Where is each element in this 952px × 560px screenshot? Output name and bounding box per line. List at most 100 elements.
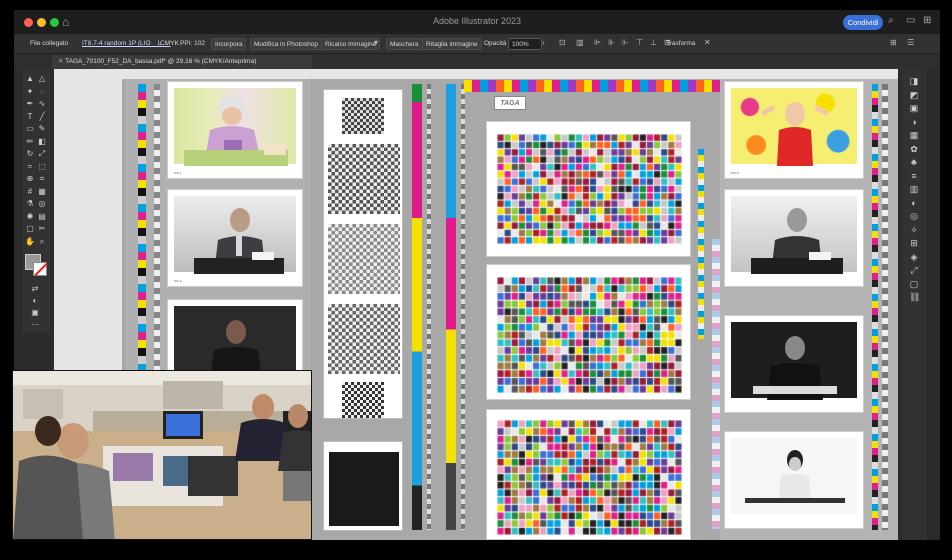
tick-bar-2: [461, 84, 465, 530]
edit-photoshop-button[interactable]: Modifica in Photoshop: [250, 38, 322, 50]
panel-menu-icon[interactable]: ☰: [907, 38, 914, 47]
checker-patch-3: [328, 224, 400, 294]
gray-bar-right: [882, 84, 888, 530]
artboards-icon[interactable]: ▢: [909, 279, 919, 289]
photo-woman-table[interactable]: [724, 431, 864, 529]
pencil-icon[interactable]: ✏: [25, 137, 35, 146]
trace-options-icon[interactable]: ▾: [374, 38, 378, 47]
scale-icon[interactable]: ⤢: [37, 149, 47, 158]
swap-fill-stroke-icon[interactable]: ⇄: [30, 284, 40, 293]
curvature-icon[interactable]: ∿: [37, 99, 47, 108]
photo-man-reading-bw[interactable]: [724, 189, 864, 287]
right-strip-1: [698, 149, 704, 339]
slice-icon[interactable]: ✂: [37, 224, 47, 233]
eraser-icon[interactable]: ◧: [37, 137, 47, 146]
layout-icon[interactable]: ▭: [906, 15, 915, 26]
lasso-icon[interactable]: ◌: [37, 87, 47, 96]
shape-builder-icon[interactable]: ⊕: [25, 174, 35, 183]
links-icon[interactable]: ⛓: [909, 292, 920, 302]
rotate-icon[interactable]: ↻: [25, 149, 35, 158]
gradient-panel-icon[interactable]: ▥: [909, 184, 919, 194]
more-tools-icon[interactable]: ⋯: [30, 320, 40, 329]
opacity-dropdown-icon[interactable]: ›: [542, 38, 545, 47]
gradient-icon[interactable]: ▦: [37, 187, 47, 196]
type-icon[interactable]: T: [25, 112, 35, 121]
align-right-icon[interactable]: ⊩: [622, 38, 629, 47]
photo-child-flowers[interactable]: PIC-5: [724, 81, 864, 179]
document-tab[interactable]: ✕ TAGA_70100_F52_DA_bassa.pdf* @ 29,16 %…: [52, 55, 312, 69]
graph-icon[interactable]: ▤: [37, 212, 47, 221]
perspective-icon[interactable]: ⌗: [37, 174, 47, 183]
gray-patch-column: [323, 89, 403, 419]
align-panel-icon[interactable]: ⊞: [909, 238, 919, 248]
linked-file-label[interactable]: File collegato: [30, 38, 68, 50]
crop-image-button[interactable]: Ritaglia immagine: [422, 38, 482, 50]
libraries-icon[interactable]: ▣: [909, 103, 919, 113]
grandmother-figure: [184, 96, 288, 166]
transform-link[interactable]: Trasforma: [666, 38, 695, 50]
stroke-swatch[interactable]: [33, 262, 47, 276]
recolor-icon[interactable]: ⊡: [559, 38, 566, 47]
align-left-icon[interactable]: ⊫: [594, 38, 601, 47]
transparency-icon[interactable]: ◐: [909, 198, 919, 208]
embed-button[interactable]: Incorpora: [211, 38, 247, 50]
align-to-icon[interactable]: ▥: [576, 38, 584, 47]
photo-man-reading[interactable]: PIC-2: [167, 189, 303, 287]
color-icon[interactable]: ◑: [909, 117, 919, 127]
arrange-docs-icon[interactable]: ⊞: [890, 38, 897, 47]
opacity-input[interactable]: 100%: [508, 38, 542, 50]
hand-icon[interactable]: ✋: [25, 237, 35, 246]
selection-arrow-icon[interactable]: ▲: [25, 74, 35, 83]
zoom-icon[interactable]: ⌕: [37, 237, 47, 246]
graphic-styles-icon[interactable]: ✧: [909, 225, 919, 235]
arrange-icon[interactable]: ⊞: [923, 15, 931, 26]
linked-file-name[interactable]: IT8.7-4 random 1P (LIO__L_...: [82, 38, 170, 50]
color-target-2[interactable]: [486, 264, 691, 400]
stroke-icon[interactable]: ≡: [909, 171, 919, 181]
screen-mode-icon[interactable]: ▣: [30, 308, 40, 317]
search-icon[interactable]: ⌕: [888, 15, 894, 26]
ppi-label: PPI: 102: [180, 40, 205, 47]
man-dark-figure: [210, 320, 262, 376]
mask-button[interactable]: Maschera: [386, 38, 423, 50]
checker-patch-2: [328, 144, 400, 214]
pathfinder-icon[interactable]: ◈: [909, 252, 919, 262]
appearance-icon[interactable]: ◎: [909, 211, 919, 221]
paintbrush-icon[interactable]: ✎: [37, 124, 47, 133]
transform-panel-icon[interactable]: ⤢: [909, 265, 919, 275]
control-bar: File collegato IT8.7-4 random 1P (LIO__L…: [14, 34, 940, 54]
line-icon[interactable]: ╱: [37, 112, 47, 121]
image-trace-button[interactable]: Ricalco immagine: [321, 38, 381, 50]
photo-man-dark-bw[interactable]: [724, 315, 864, 413]
transform-icon[interactable]: ✕: [704, 38, 711, 47]
align-middle-icon[interactable]: ⊥: [650, 38, 657, 47]
swatches-icon[interactable]: ▦: [909, 130, 919, 140]
eyedropper-icon[interactable]: ⚗: [25, 199, 35, 208]
symbols-icon[interactable]: ♣: [909, 157, 919, 167]
color-target-1[interactable]: [486, 121, 691, 257]
photo-grandmother[interactable]: PIC-1: [167, 81, 303, 179]
properties-icon[interactable]: ◨: [909, 76, 919, 86]
draw-mode-icon[interactable]: ◐: [30, 296, 40, 305]
pen-icon[interactable]: ✒: [25, 99, 35, 108]
layers-icon[interactable]: ◩: [909, 90, 919, 100]
magic-wand-icon[interactable]: ✦: [25, 87, 35, 96]
share-button[interactable]: Condividi: [843, 15, 883, 30]
brushes-icon[interactable]: ✿: [909, 144, 919, 154]
app-title: Adobe Illustrator 2023: [432, 16, 522, 26]
mesh-icon[interactable]: #: [25, 187, 35, 196]
align-center-icon[interactable]: ⊪: [608, 38, 615, 47]
color-target-3[interactable]: [486, 409, 691, 540]
free-transform-icon[interactable]: ⬚: [37, 162, 47, 171]
rectangle-icon[interactable]: ▭: [25, 124, 35, 133]
direct-selection-icon[interactable]: △: [37, 74, 47, 83]
tick-bar-1: [427, 84, 431, 530]
man-reading-bw-figure: [751, 208, 843, 274]
symbol-sprayer-icon[interactable]: ✺: [25, 212, 35, 221]
dark-patch: [323, 441, 403, 531]
align-top-icon[interactable]: ⊤: [636, 38, 643, 47]
warp-icon[interactable]: ≈: [25, 162, 35, 171]
blend-icon[interactable]: ◎: [37, 199, 47, 208]
artboard-icon[interactable]: ▢: [25, 224, 35, 233]
color-bar-left: [138, 84, 146, 404]
